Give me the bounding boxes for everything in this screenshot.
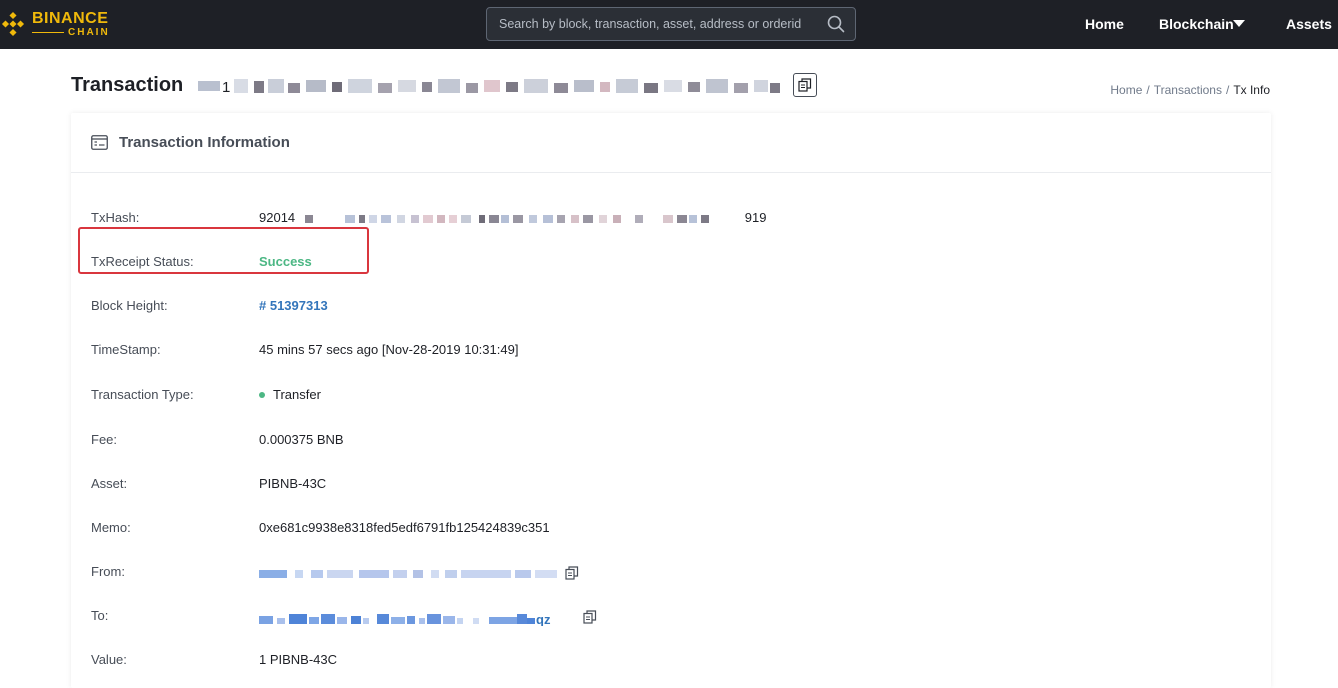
asset-value: PIBNB-43C [259, 476, 327, 491]
memo-label: Memo: [91, 520, 131, 535]
row-transaction-type: Transaction Type: Transfer [71, 373, 1271, 417]
status-value: Success [259, 254, 312, 269]
card-header: Transaction Information [71, 113, 1271, 173]
row-from: From: [71, 550, 1271, 594]
top-navbar: BINANCE CHAIN Home Blockchain Assets [0, 0, 1338, 49]
row-txhash: TxHash: 92014 919 [71, 196, 1271, 240]
page-title: Transaction [71, 74, 184, 96]
logo-line2: CHAIN [32, 27, 110, 38]
asset-label: Asset: [91, 476, 128, 491]
transaction-type-label: Transaction Type: [91, 387, 194, 402]
search-icon[interactable] [827, 15, 845, 33]
copy-icon [798, 78, 812, 92]
from-address-link[interactable] [259, 569, 559, 579]
transaction-type-value: Transfer [259, 387, 321, 402]
breadcrumb-transactions[interactable]: Transactions [1154, 83, 1222, 97]
binance-logo-icon [1, 11, 25, 37]
timestamp-label: TimeStamp: [91, 342, 161, 357]
breadcrumb-separator: / [1225, 83, 1230, 97]
transaction-type-text: Transfer [273, 387, 321, 402]
timestamp-value: 45 mins 57 secs ago [Nov-28-2019 10:31:4… [259, 342, 519, 357]
binance-chain-logo[interactable]: BINANCE CHAIN [0, 8, 110, 40]
logo-text: BINANCE CHAIN [32, 9, 110, 38]
txhash-label: TxHash: [91, 210, 140, 225]
fee-label: Fee: [91, 432, 118, 447]
from-label: From: [91, 564, 125, 579]
txhash-prefix: 92014 [259, 210, 296, 225]
row-timestamp: TimeStamp: 45 mins 57 secs ago [Nov-28-2… [71, 328, 1271, 372]
hash-prefix: 1 [222, 79, 230, 95]
chevron-down-icon[interactable] [1233, 20, 1245, 27]
card-title: Transaction Information [119, 134, 290, 151]
document-icon [91, 135, 108, 150]
row-memo: Memo: 0xe681c9938e8318fed5edf6791fb12542… [71, 506, 1271, 550]
value-amount: 1 PIBNB-43C [259, 652, 338, 667]
row-asset: Asset: PIBNB-43C [71, 462, 1271, 506]
block-height-link[interactable]: # 51397313 [259, 298, 328, 313]
to-address-link[interactable]: qz [259, 612, 559, 626]
breadcrumb-current: Tx Info [1233, 83, 1270, 97]
row-to: To: qz [71, 594, 1271, 638]
status-label: TxReceipt Status: [91, 254, 194, 269]
breadcrumb-home[interactable]: Home [1110, 83, 1142, 97]
transaction-hash-redacted: 1 [198, 79, 780, 95]
row-value: Value: 1 PIBNB-43C [71, 638, 1271, 682]
row-block-height: Block Height: # 51397313 [71, 284, 1271, 328]
txhash-value[interactable]: 92014 919 [259, 210, 766, 225]
copy-hash-button[interactable] [793, 73, 817, 97]
copy-to-icon[interactable] [583, 610, 597, 624]
row-fee: Fee: 0.000375 BNB [71, 418, 1271, 462]
search-box [486, 7, 856, 41]
nav-home[interactable]: Home [1085, 16, 1124, 32]
breadcrumb-separator: / [1146, 83, 1150, 97]
fee-value: 0.000375 BNB [259, 432, 344, 447]
txhash-redacted [304, 214, 709, 223]
transaction-info-card: Transaction Information TxHash: 92014 91… [71, 113, 1271, 688]
nav-blockchain[interactable]: Blockchain [1159, 16, 1234, 32]
copy-from-icon[interactable] [565, 566, 579, 580]
memo-value: 0xe681c9938e8318fed5edf6791fb125424839c3… [259, 520, 550, 535]
logo-line1: BINANCE [32, 9, 109, 27]
value-label: Value: [91, 652, 127, 667]
nav-assets[interactable]: Assets [1286, 16, 1332, 32]
breadcrumb: Home / Transactions / Tx Info [1110, 83, 1270, 97]
txhash-suffix: 919 [744, 210, 767, 225]
block-height-label: Block Height: [91, 298, 168, 313]
search-input[interactable] [487, 8, 817, 40]
status-dot-icon [259, 391, 265, 398]
to-address-suffix: qz [536, 612, 551, 626]
to-label: To: [91, 608, 109, 623]
row-status: TxReceipt Status: Success [71, 240, 1271, 284]
